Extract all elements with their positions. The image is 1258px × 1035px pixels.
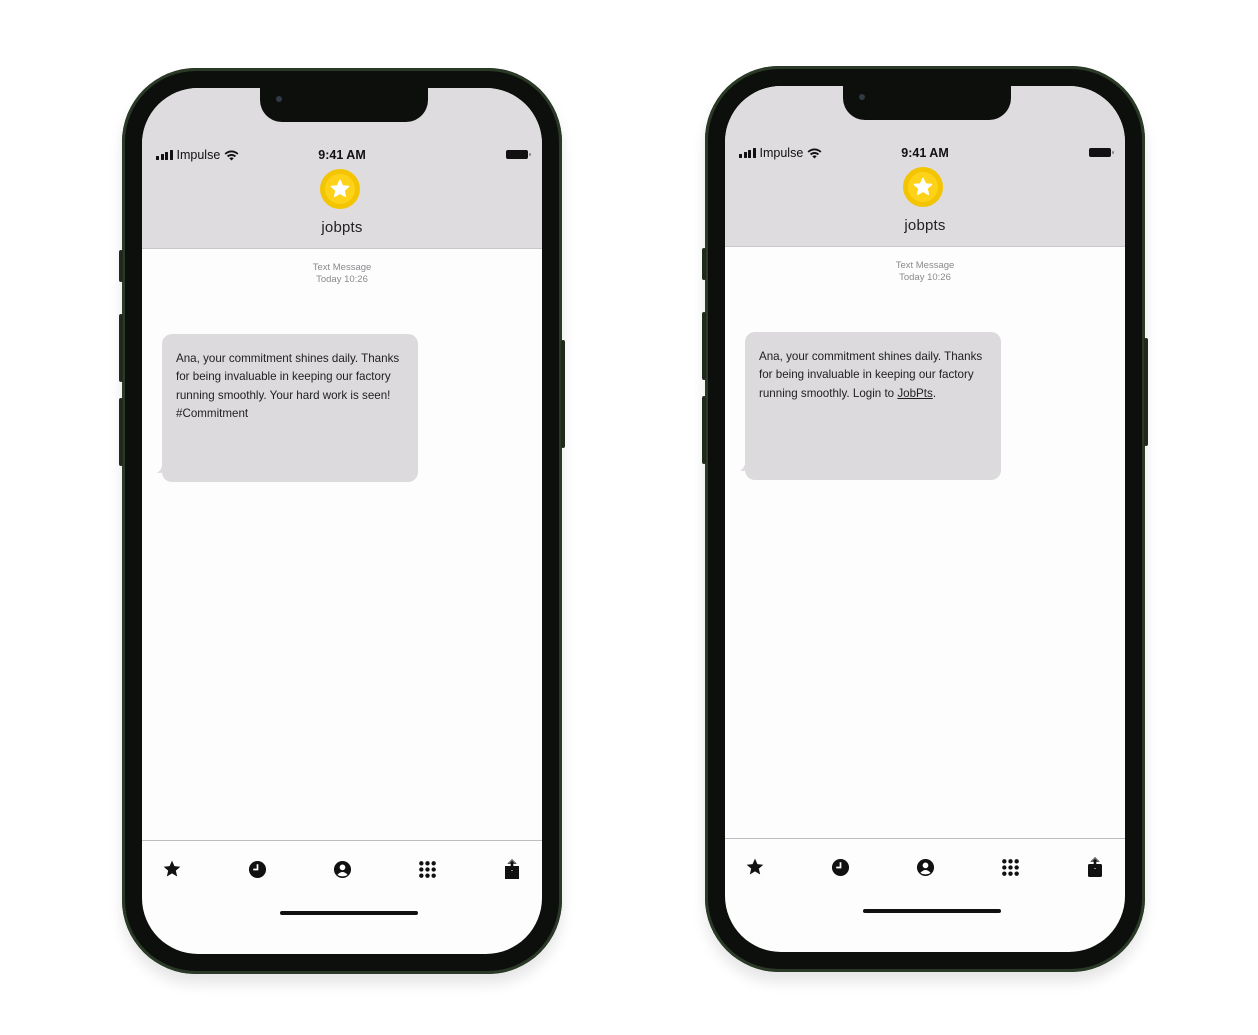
message-type: Text Message xyxy=(895,260,955,271)
contact-icon xyxy=(333,860,351,878)
clock-icon xyxy=(248,860,266,878)
tab-bar xyxy=(725,838,1125,952)
message-meta: Text Message Today 10:26 xyxy=(142,262,542,286)
keypad-tab[interactable] xyxy=(415,857,439,881)
star-icon xyxy=(163,860,181,877)
clock-icon xyxy=(831,858,849,876)
battery-icon xyxy=(1089,148,1114,157)
camera-notch xyxy=(260,88,428,122)
contact-icon xyxy=(916,858,934,876)
jobpts-link[interactable]: JobPts xyxy=(897,387,932,400)
favorites-tab[interactable] xyxy=(743,855,767,879)
message-text: Ana, your commitment shines daily. Thank… xyxy=(759,350,983,400)
phone-right: Impulse 9:41 AM jobpts Text Message Toda… xyxy=(702,66,1148,972)
battery-icon xyxy=(506,150,531,159)
silent-switch xyxy=(119,250,123,282)
volume-down-button xyxy=(119,398,123,466)
tab-bar xyxy=(142,840,542,954)
keypad-icon xyxy=(1001,858,1019,876)
message-meta: Text Message Today 10:26 xyxy=(725,260,1125,284)
star-icon xyxy=(746,858,764,875)
contacts-tab[interactable] xyxy=(330,857,354,881)
status-time: 9:41 AM xyxy=(901,146,949,160)
message-bubble[interactable]: Ana, your commitment shines daily. Thank… xyxy=(745,332,1001,480)
message-timestamp: Today 10:26 xyxy=(316,274,368,285)
home-indicator[interactable] xyxy=(280,911,418,915)
home-indicator[interactable] xyxy=(863,909,1001,913)
message-timestamp: Today 10:26 xyxy=(899,272,951,283)
share-icon xyxy=(505,859,519,879)
contact-avatar[interactable] xyxy=(903,167,943,207)
share-tab[interactable] xyxy=(500,857,524,881)
power-button xyxy=(1144,338,1148,446)
message-text-end: . xyxy=(932,386,937,400)
contact-name[interactable]: jobpts xyxy=(142,219,542,236)
silent-switch xyxy=(702,248,706,280)
volume-up-button xyxy=(119,314,123,382)
volume-up-button xyxy=(702,312,706,380)
share-tab[interactable] xyxy=(1083,855,1107,879)
favorites-tab[interactable] xyxy=(160,857,184,881)
keypad-icon xyxy=(418,860,436,878)
star-logo-icon xyxy=(913,177,933,196)
contact-name[interactable]: jobpts xyxy=(725,217,1125,234)
phone-left: Impulse 9:41 AM jobpts Text Message Toda… xyxy=(119,68,565,974)
camera-notch xyxy=(843,86,1011,120)
message-type: Text Message xyxy=(312,262,372,273)
contacts-tab[interactable] xyxy=(913,855,937,879)
share-icon xyxy=(1088,857,1102,877)
keypad-tab[interactable] xyxy=(998,855,1022,879)
status-time: 9:41 AM xyxy=(318,148,366,162)
recents-tab[interactable] xyxy=(828,855,852,879)
power-button xyxy=(561,340,565,448)
status-bar: Impulse 9:41 AM xyxy=(739,146,1114,162)
volume-down-button xyxy=(702,396,706,464)
contact-avatar[interactable] xyxy=(320,169,360,209)
message-text: Ana, your commitment shines daily. Thank… xyxy=(176,352,400,420)
message-bubble[interactable]: Ana, your commitment shines daily. Thank… xyxy=(162,334,418,482)
recents-tab[interactable] xyxy=(245,857,269,881)
status-bar: Impulse 9:41 AM xyxy=(156,148,531,164)
star-logo-icon xyxy=(330,179,350,198)
phone-screen: Impulse 9:41 AM jobpts Text Message Toda… xyxy=(142,88,542,954)
phone-screen: Impulse 9:41 AM jobpts Text Message Toda… xyxy=(725,86,1125,952)
